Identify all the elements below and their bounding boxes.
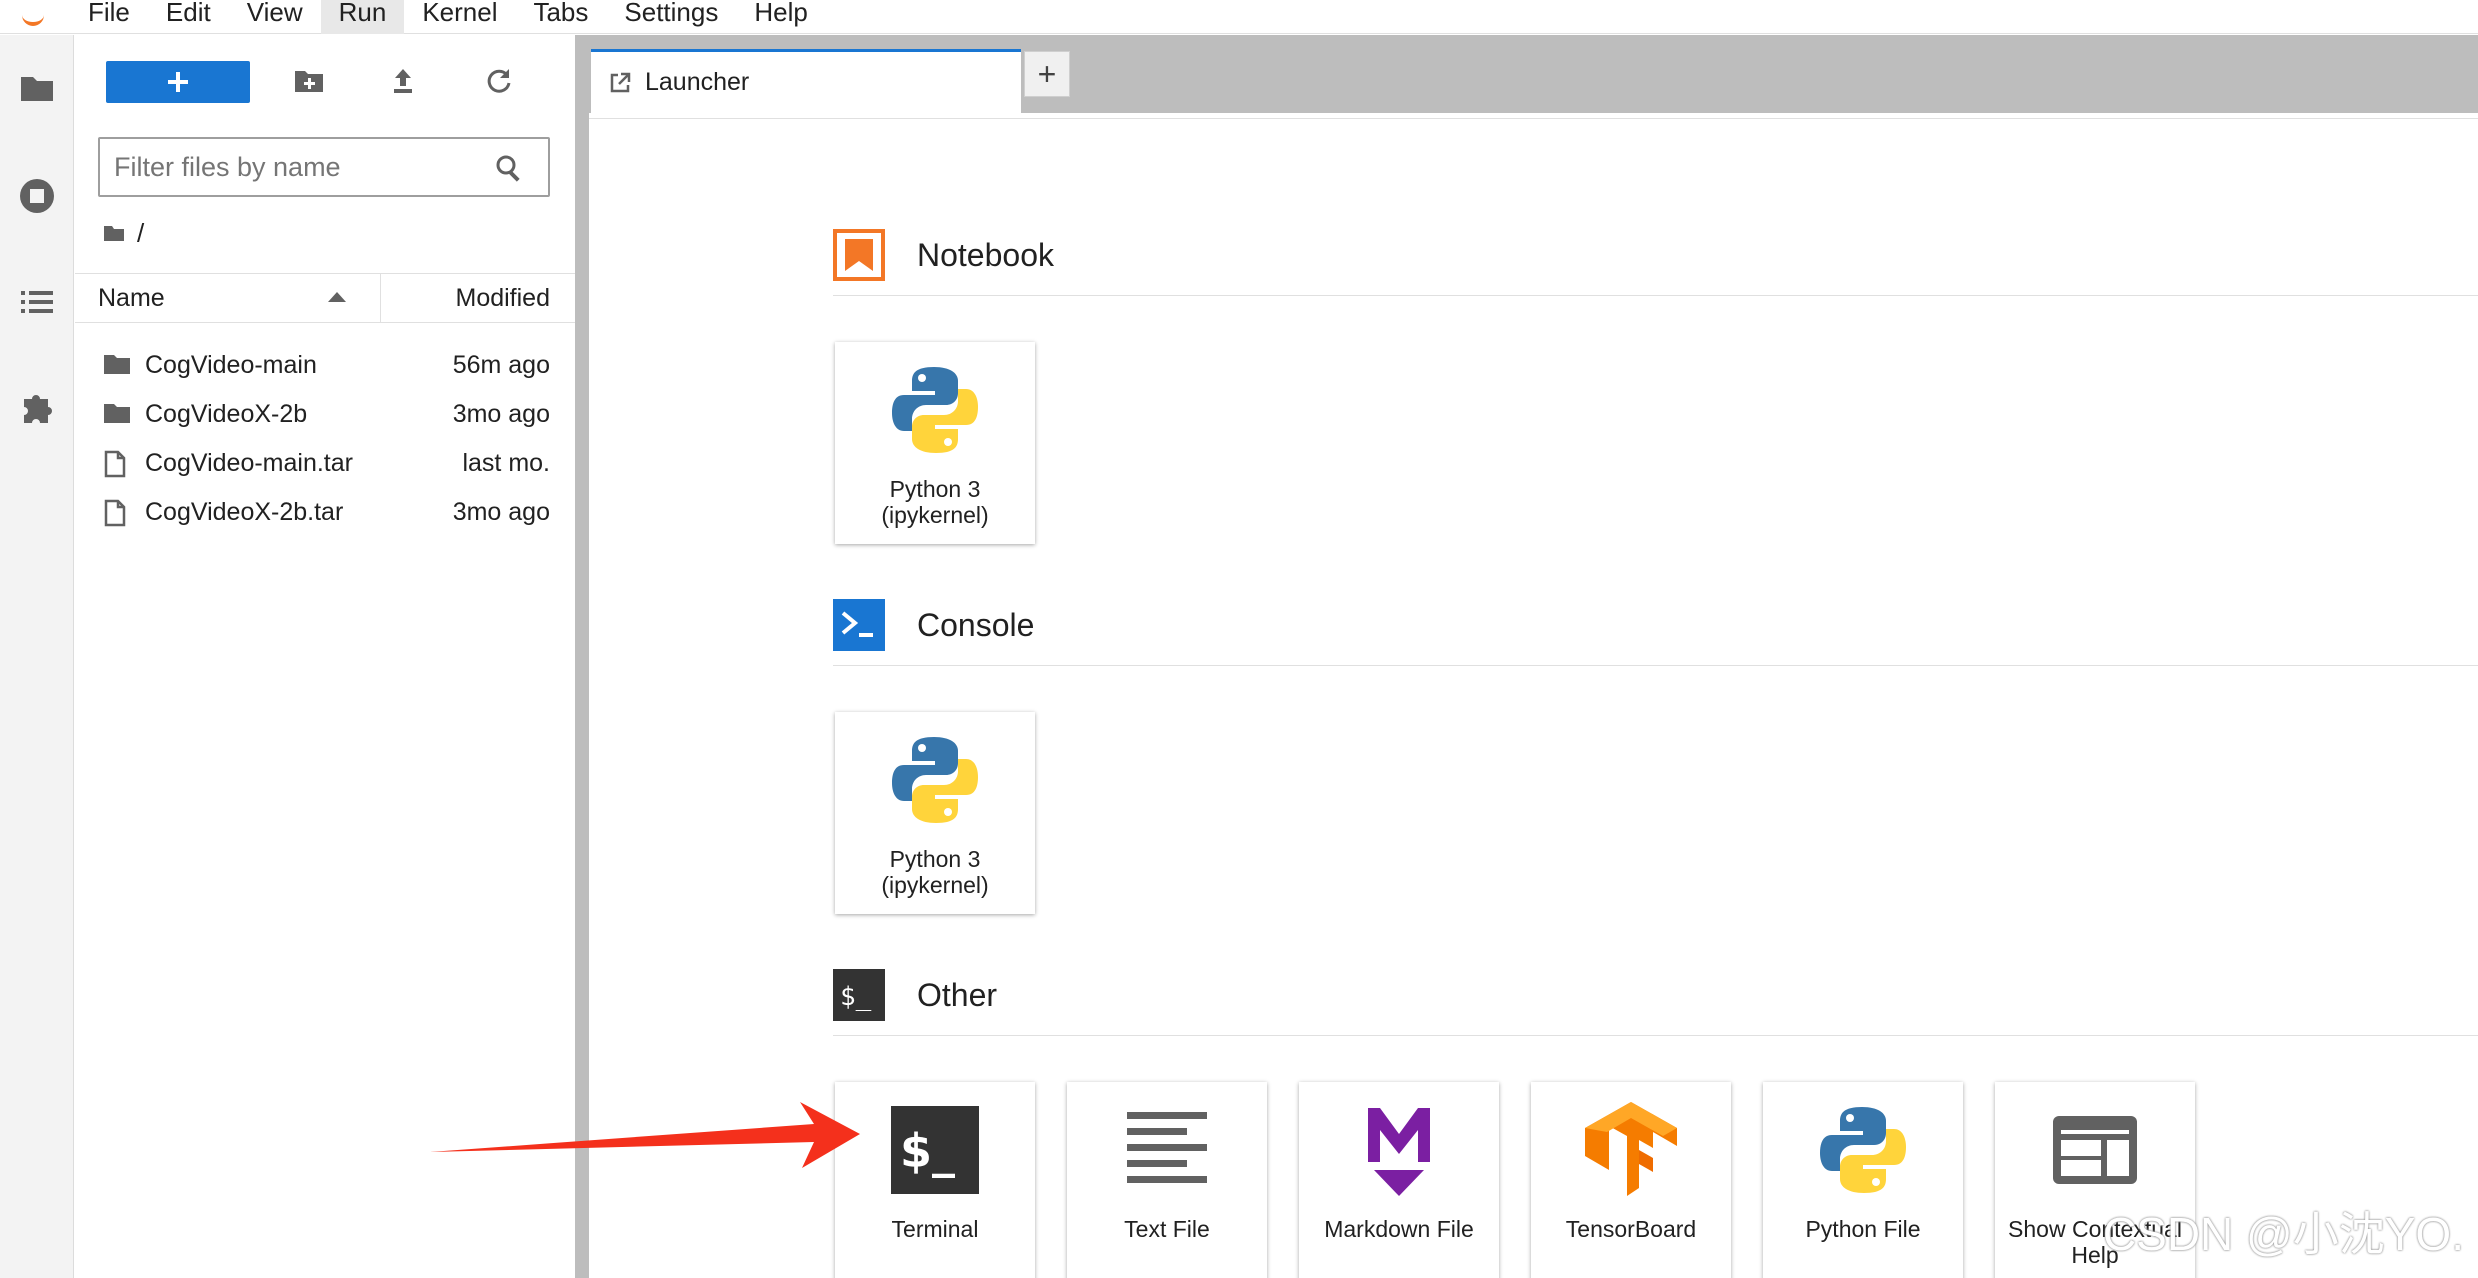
add-tab-button[interactable]: + — [1024, 51, 1070, 97]
file-list-header: Name Modified — [75, 273, 575, 323]
card-label: Python File — [1805, 1216, 1921, 1242]
card-label: Python 3 (ipykernel) — [881, 476, 989, 528]
menu-edit[interactable]: Edit — [148, 0, 229, 34]
sort-ascending-icon — [328, 292, 346, 302]
python-logo-icon — [1813, 1100, 1913, 1200]
menu-kernel[interactable]: Kernel — [404, 0, 515, 34]
markdown-icon — [1349, 1100, 1449, 1200]
card-label: Text File — [1124, 1216, 1210, 1242]
home-folder-icon[interactable] — [103, 224, 125, 242]
file-row-cogvideo-main[interactable]: CogVideo-main 56m ago — [75, 341, 575, 390]
tab-label: Launcher — [645, 68, 750, 96]
filter-files-box — [98, 137, 550, 197]
new-folder-icon — [295, 71, 323, 92]
console-prompt-icon — [833, 599, 885, 651]
card-label: Python 3 (ipykernel) — [881, 846, 989, 898]
menu-bar: File Edit View Run Kernel Tabs Settings … — [0, 0, 2478, 34]
extensions-puzzle-icon[interactable] — [14, 385, 60, 431]
section-title: Other — [917, 977, 998, 1013]
table-of-contents-icon[interactable] — [14, 279, 60, 325]
menu-run[interactable]: Run — [320, 0, 405, 34]
file-icon — [104, 450, 126, 478]
card-tensorboard[interactable]: TensorBoard — [1531, 1082, 1731, 1278]
menu-settings[interactable]: Settings — [606, 0, 736, 34]
card-console-python3[interactable]: Python 3 (ipykernel) — [835, 712, 1035, 914]
file-modified: 3mo ago — [452, 498, 550, 526]
terminal-icon: $_ — [885, 1100, 985, 1200]
file-modified: last mo. — [462, 449, 550, 477]
file-row-cogvideo-main-tar[interactable]: CogVideo-main.tar last mo. — [75, 439, 575, 488]
card-label: TensorBoard — [1565, 1216, 1697, 1242]
panel-splitter[interactable] — [575, 35, 589, 1278]
column-modified-header[interactable]: Modified — [456, 274, 551, 322]
refresh-icon — [487, 69, 511, 93]
file-name: CogVideo-main.tar — [145, 449, 353, 477]
upload-button[interactable] — [385, 63, 421, 99]
card-label: Terminal — [891, 1216, 979, 1242]
terminal-dollar-icon: $_ — [833, 969, 885, 1021]
menu-view[interactable]: View — [229, 0, 321, 34]
python-logo-icon — [885, 360, 985, 460]
column-name-header[interactable]: Name — [98, 274, 165, 322]
menu-help[interactable]: Help — [736, 0, 825, 34]
card-terminal[interactable]: $_ Terminal — [835, 1082, 1035, 1278]
file-row-cogvideox-2b[interactable]: CogVideoX-2b 3mo ago — [75, 390, 575, 439]
section-divider — [833, 665, 2478, 666]
file-name: CogVideoX-2b.tar — [145, 498, 344, 526]
watermark: CSDN @小沈YO. — [2102, 1208, 2464, 1260]
file-name: CogVideoX-2b — [145, 400, 308, 428]
file-name: CogVideo-main — [145, 351, 317, 379]
section-console: Console — [833, 589, 2478, 669]
main-area: Launcher + Notebook Python 3(ipykernel) — [589, 35, 2478, 1278]
svg-text:$_: $_ — [840, 982, 872, 1012]
card-notebook-python3[interactable]: Python 3 (ipykernel) — [835, 342, 1035, 544]
section-divider — [833, 295, 2478, 296]
launcher-panel: Notebook Python 3 (ipykernel) Console Py… — [589, 119, 2478, 1278]
svg-text:$_: $_ — [900, 1124, 955, 1178]
file-row-cogvideox-2b-tar[interactable]: CogVideoX-2b.tar 3mo ago — [75, 488, 575, 537]
file-modified: 3mo ago — [452, 400, 550, 428]
file-browser-panel: / Name Modified CogVideo-main 56m ago Co… — [75, 35, 575, 1278]
card-text-file[interactable]: Text File — [1067, 1082, 1267, 1278]
launch-icon — [610, 72, 631, 92]
breadcrumb: / — [103, 213, 144, 253]
breadcrumb-root[interactable]: / — [137, 218, 144, 249]
section-divider — [833, 1035, 2478, 1036]
jupyterlab-window: File Edit View Run Kernel Tabs Settings … — [0, 0, 2478, 1278]
folder-icon — [104, 355, 130, 374]
section-title: Console — [917, 607, 1035, 643]
notebook-bookmark-icon — [833, 229, 885, 281]
card-markdown-file[interactable]: Markdown File — [1299, 1082, 1499, 1278]
section-title: Notebook — [917, 237, 1054, 273]
plus-icon — [168, 72, 188, 92]
card-python-file[interactable]: Python File — [1763, 1082, 1963, 1278]
new-folder-button[interactable] — [291, 63, 327, 99]
python-logo-icon — [885, 730, 985, 830]
tab-launcher[interactable]: Launcher — [591, 49, 1021, 113]
file-browser-toolbar — [75, 57, 575, 107]
jupyter-logo — [0, 0, 70, 34]
folder-icon — [104, 404, 130, 423]
new-launcher-button[interactable] — [106, 61, 250, 103]
menu-file[interactable]: File — [70, 0, 148, 34]
section-notebook: Notebook — [833, 219, 2478, 299]
refresh-button[interactable] — [481, 63, 517, 99]
search-icon — [496, 155, 520, 182]
filter-files-input[interactable] — [114, 151, 474, 183]
tensorboard-icon — [1581, 1100, 1681, 1200]
card-label: Markdown File — [1324, 1216, 1474, 1242]
file-icon — [104, 499, 126, 527]
folder-icon[interactable] — [14, 65, 60, 111]
upload-icon — [394, 69, 412, 93]
annotation-arrow-icon — [430, 1102, 860, 1168]
menu-tabs[interactable]: Tabs — [515, 0, 606, 34]
file-modified: 56m ago — [452, 351, 550, 379]
activity-bar — [0, 35, 74, 1278]
contextual-help-icon — [2045, 1100, 2145, 1200]
tab-bar: Launcher + — [589, 35, 2478, 115]
section-other: $_ Other — [833, 959, 2478, 1039]
running-kernels-icon[interactable] — [14, 173, 60, 219]
column-divider[interactable] — [380, 274, 381, 322]
text-file-icon — [1117, 1100, 1217, 1200]
